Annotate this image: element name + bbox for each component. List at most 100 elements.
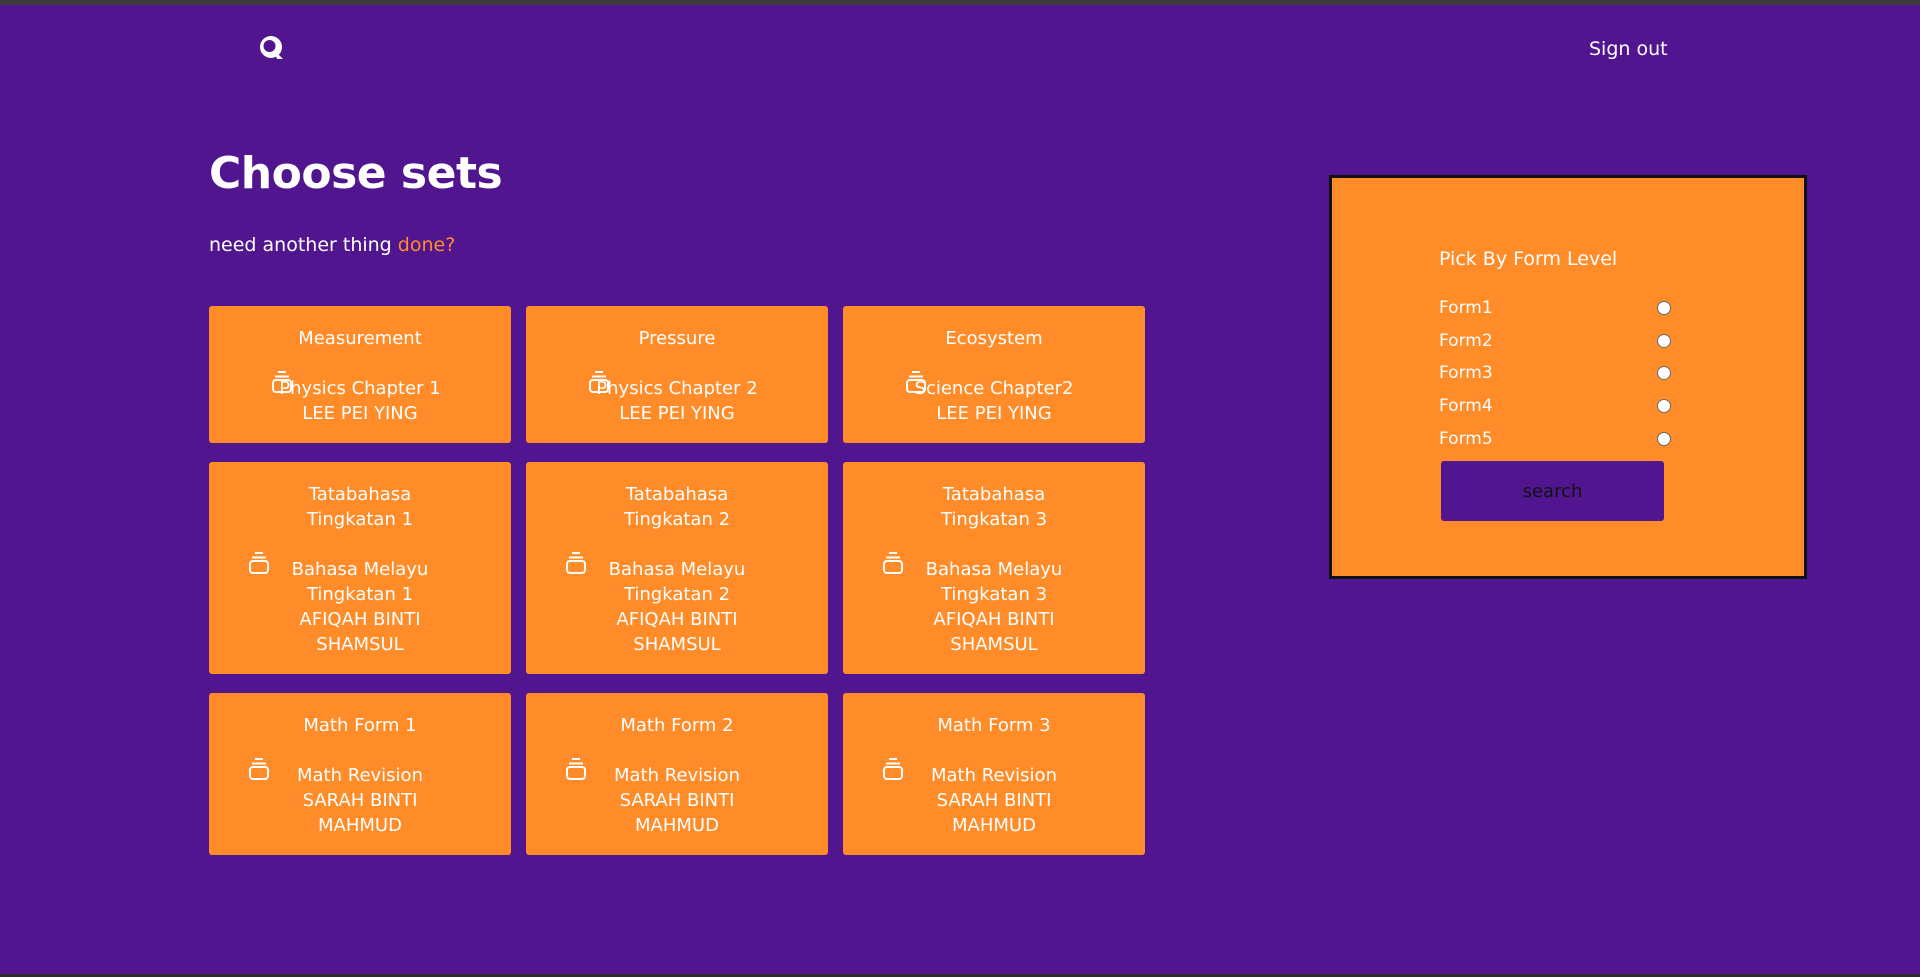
set-detail-line: AFIQAH BINTI — [933, 609, 1055, 630]
set-detail-line: AFIQAH BINTI — [299, 609, 421, 630]
card-stack-icon — [882, 551, 904, 575]
form-level-label: Form2 — [1439, 331, 1493, 351]
set-title-line: Ecosystem — [945, 328, 1043, 349]
set-details: Physics Chapter 1 LEE PEI YING — [209, 371, 511, 426]
card-stack-icon — [271, 370, 293, 394]
set-title: Tatabahasa Tingkatan 1 — [209, 462, 511, 532]
filter-title: Pick By Form Level — [1439, 248, 1618, 270]
set-detail-line: SARAH BINTI — [936, 790, 1052, 811]
form-level-label: Form5 — [1439, 429, 1493, 449]
set-detail-line: Science Chapter2 — [914, 378, 1074, 399]
set-detail-line: SHAMSUL — [316, 634, 404, 655]
sign-out-link[interactable]: Sign out — [1589, 38, 1668, 60]
set-detail-line: Tingkatan 1 — [306, 584, 414, 605]
form-level-label: Form3 — [1439, 363, 1493, 383]
set-detail-line: Tingkatan 2 — [623, 584, 731, 605]
set-detail-line: Math Revision — [614, 765, 740, 786]
card-stack-icon — [248, 551, 270, 575]
set-card[interactable]: Tatabahasa Tingkatan 2 Bahasa Melayu Tingka… — [526, 462, 828, 674]
set-detail-line: Bahasa Melayu — [925, 559, 1063, 580]
set-title: Tatabahasa Tingkatan 3 — [843, 462, 1145, 532]
set-title-line: Tatabahasa — [942, 484, 1046, 505]
set-details: Bahasa Melayu Tingkatan 1 AFIQAH BINTI SHAM… — [209, 552, 511, 657]
form-level-radio[interactable] — [1657, 432, 1671, 446]
set-detail-line: LEE PEI YING — [619, 403, 735, 424]
set-detail-line: SHAMSUL — [950, 634, 1038, 655]
set-detail-line: Bahasa Melayu — [291, 559, 429, 580]
set-details: Math Revision SARAH BINTI MAHMUD — [209, 758, 511, 838]
set-title-line: Math Form 3 — [937, 715, 1051, 736]
form-level-option[interactable]: Form3 — [1439, 363, 1671, 385]
set-details: Math Revision SARAH BINTI MAHMUD — [526, 758, 828, 838]
set-detail-line: Math Revision — [297, 765, 423, 786]
set-title: Math Form 2 — [526, 693, 828, 738]
set-title: Math Form 3 — [843, 693, 1145, 738]
set-detail-line: LEE PEI YING — [302, 403, 418, 424]
set-card[interactable]: Measurement Physics Chapter 1 LEE PEI YING — [209, 306, 511, 443]
set-title-line: Tingkatan 1 — [306, 509, 414, 530]
set-detail-line: Bahasa Melayu — [608, 559, 746, 580]
set-title-line: Measurement — [298, 328, 422, 349]
card-stack-icon — [588, 370, 610, 394]
set-card[interactable]: Math Form 3 Math Revision SARAH BINTI MAHMU… — [843, 693, 1145, 855]
form-level-option[interactable]: Form2 — [1439, 331, 1671, 353]
page-title: Choose sets — [209, 148, 503, 199]
done-link[interactable]: done? — [398, 234, 456, 256]
set-details: Physics Chapter 2 LEE PEI YING — [526, 371, 828, 426]
set-title: Math Form 1 — [209, 693, 511, 738]
set-detail-line: MAHMUD — [952, 815, 1036, 836]
set-detail-line: SHAMSUL — [633, 634, 721, 655]
set-detail-line: AFIQAH BINTI — [616, 609, 738, 630]
form-level-option[interactable]: Form5 — [1439, 429, 1671, 451]
set-title: Ecosystem — [843, 306, 1145, 351]
form-level-label: Form1 — [1439, 298, 1493, 318]
set-detail-line: Physics Chapter 1 — [279, 378, 441, 399]
set-detail-line: SARAH BINTI — [619, 790, 735, 811]
set-title-line: Math Form 1 — [303, 715, 417, 736]
set-title: Tatabahasa Tingkatan 2 — [526, 462, 828, 532]
set-card[interactable]: Pressure Physics Chapter 2 LEE PEI YING — [526, 306, 828, 443]
form-level-radio[interactable] — [1657, 334, 1671, 348]
set-detail-line: Tingkatan 3 — [940, 584, 1048, 605]
window-top-strip — [0, 0, 1920, 5]
set-card[interactable]: Math Form 2 Math Revision SARAH BINTI MAHMU… — [526, 693, 828, 855]
form-level-option[interactable]: Form1 — [1439, 298, 1671, 320]
set-detail-line: MAHMUD — [318, 815, 402, 836]
subtitle-text: need another thing — [209, 234, 392, 256]
set-card[interactable]: Tatabahasa Tingkatan 3 Bahasa Melayu Tingka… — [843, 462, 1145, 674]
set-details: Science Chapter2 LEE PEI YING — [843, 371, 1145, 426]
set-title-line: Pressure — [638, 328, 716, 349]
card-stack-icon — [248, 757, 270, 781]
card-stack-icon — [882, 757, 904, 781]
set-details: Bahasa Melayu Tingkatan 3 AFIQAH BINTI SHAM… — [843, 552, 1145, 657]
set-details: Math Revision SARAH BINTI MAHMUD — [843, 758, 1145, 838]
set-card[interactable]: Ecosystem Science Chapter2 LEE PEI YING — [843, 306, 1145, 443]
set-title-line: Tingkatan 3 — [940, 509, 1048, 530]
set-title-line: Math Form 2 — [620, 715, 734, 736]
set-detail-line: SARAH BINTI — [302, 790, 418, 811]
set-title-line: Tingkatan 2 — [623, 509, 731, 530]
set-card[interactable]: Math Form 1 Math Revision SARAH BINTI MAHMU… — [209, 693, 511, 855]
card-stack-icon — [905, 370, 927, 394]
set-details: Bahasa Melayu Tingkatan 2 AFIQAH BINTI SHAM… — [526, 552, 828, 657]
card-stack-icon — [565, 757, 587, 781]
search-button[interactable]: search — [1441, 461, 1664, 521]
form-level-radio[interactable] — [1657, 399, 1671, 413]
set-detail-line: Physics Chapter 2 — [596, 378, 758, 399]
set-title-line: Tatabahasa — [625, 484, 729, 505]
set-detail-line: MAHMUD — [635, 815, 719, 836]
set-title-line: Tatabahasa — [308, 484, 412, 505]
form-level-label: Form4 — [1439, 396, 1493, 416]
form-level-option[interactable]: Form4 — [1439, 396, 1671, 418]
quiz-logo-icon[interactable] — [257, 33, 286, 62]
set-card[interactable]: Tatabahasa Tingkatan 1 Bahasa Melayu Tingka… — [209, 462, 511, 674]
form-level-radio[interactable] — [1657, 301, 1671, 315]
form-level-radio[interactable] — [1657, 366, 1671, 380]
subtitle: need another thing done? — [209, 234, 455, 256]
card-stack-icon — [565, 551, 587, 575]
set-title: Pressure — [526, 306, 828, 351]
set-detail-line: LEE PEI YING — [936, 403, 1052, 424]
form-level-filter-panel: Pick By Form Level Form1 Form2 Form3 Form4 F… — [1329, 175, 1807, 579]
set-detail-line: Math Revision — [931, 765, 1057, 786]
set-title: Measurement — [209, 306, 511, 351]
